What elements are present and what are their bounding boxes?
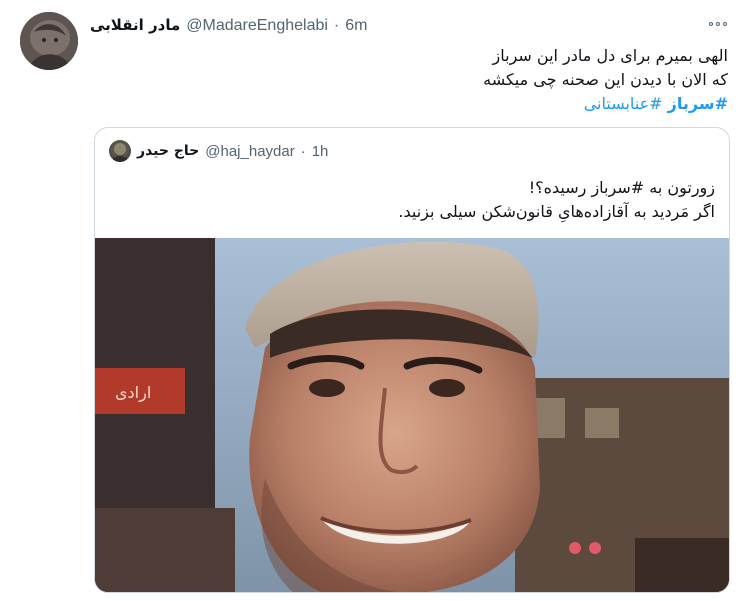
tweet-text-line: الهی بمیرم برای دل مادر این سرباز (492, 46, 728, 65)
tweet-card[interactable]: مادر انقلابی @MadareEnghelabi · 6m الهی … (0, 0, 748, 601)
quoted-author-handle: @haj_haydar (205, 142, 295, 160)
background-sign-text: ارادی (115, 383, 151, 403)
quoted-text-line: اگر مَردید به آقازاده‌هایِ قانون‌شکن سیل… (398, 202, 715, 221)
tweet-text-line: که الان با دیدن این صحنه چی میکشه (483, 70, 728, 89)
quoted-header-separator: · (300, 142, 306, 160)
tweet-timestamp[interactable]: 6m (345, 17, 367, 35)
author-handle[interactable]: @MadareEnghelabi (186, 17, 328, 35)
author-avatar[interactable] (20, 12, 78, 70)
quoted-tweet-header: حاج حیدر @haj_haydar · 1h (109, 140, 328, 162)
author-avatar-image (20, 12, 78, 70)
more-horizontal-icon (709, 22, 713, 26)
tweet-hashtags: #سرباز #عنابستانی (98, 92, 728, 116)
hashtag-link[interactable]: #عنابستانی (584, 94, 663, 113)
quoted-author-name: حاج حیدر (137, 143, 200, 159)
quoted-tweet-text: زورتون به #سرباز رسیده؟! اگر مَردید به آ… (115, 176, 715, 224)
photo-man-in-cap: ارادی (95, 238, 729, 592)
quoted-text-line: زورتون به #سرباز رسیده؟! (528, 178, 715, 197)
more-horizontal-icon (716, 22, 720, 26)
header-separator: · (333, 17, 340, 34)
quoted-tweet-photo[interactable]: ارادی (95, 238, 729, 592)
quoted-author-avatar (109, 140, 131, 162)
quoted-tweet[interactable]: حاج حیدر @haj_haydar · 1h زورتون به #سرب… (94, 127, 730, 593)
more-horizontal-icon (723, 22, 727, 26)
hashtag-link[interactable]: #سرباز (668, 94, 728, 113)
more-options-button[interactable] (706, 14, 730, 34)
tweet-text: الهی بمیرم برای دل مادر این سرباز که الا… (98, 44, 728, 116)
tweet-header: مادر انقلابی @MadareEnghelabi · 6m (90, 16, 367, 35)
quoted-tweet-timestamp: 1h (311, 142, 329, 160)
author-name[interactable]: مادر انقلابی (90, 16, 180, 34)
